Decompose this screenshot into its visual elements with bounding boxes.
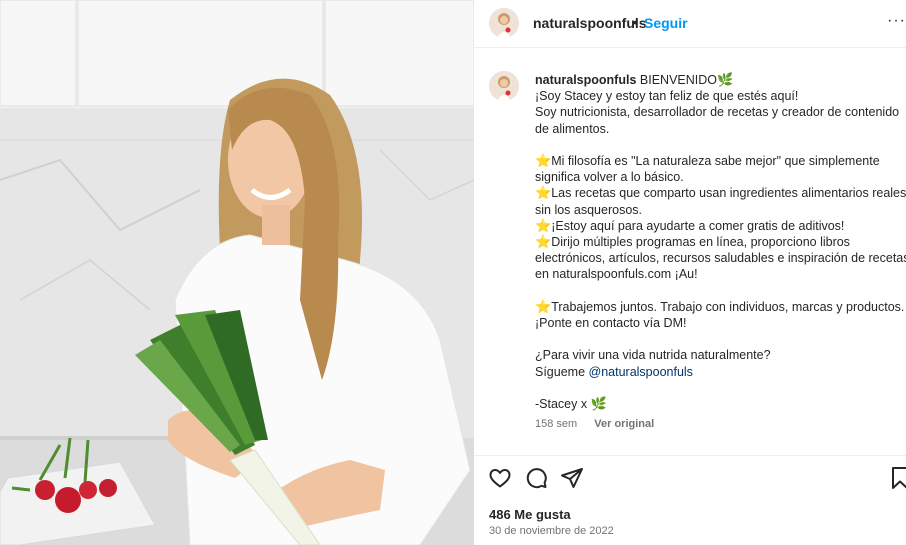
leaf-icon: 🌿 xyxy=(590,396,607,411)
mention-link[interactable]: @naturalspoonfuls xyxy=(589,365,693,379)
caption-username[interactable]: naturalspoonfuls xyxy=(535,73,636,87)
caption-meta: 158 sem Ver original xyxy=(535,418,654,430)
star-icon: ⭐ xyxy=(535,217,552,233)
see-original-button[interactable]: Ver original xyxy=(594,418,654,430)
share-icon[interactable] xyxy=(560,466,584,495)
separator-dot: • xyxy=(633,14,638,30)
more-options-icon[interactable]: ··· xyxy=(887,12,906,30)
caption-line: de alimentos. xyxy=(535,121,610,136)
caption-line: Sígueme xyxy=(535,364,586,379)
caption-line: significa volver a lo básico. xyxy=(535,170,684,185)
star-icon: ⭐ xyxy=(535,234,552,250)
follow-button[interactable]: Seguir xyxy=(644,15,688,31)
caption-line: Las recetas que comparto usan ingredient… xyxy=(551,186,906,201)
caption-line: ¡Ponte en contacto vía DM! xyxy=(535,316,687,331)
time-ago[interactable]: 158 sem xyxy=(535,418,577,430)
caption-line: Trabajemos juntos. Trabajo con individuo… xyxy=(551,299,905,314)
caption-line: en naturalspoonfuls.com ¡Au! xyxy=(535,267,698,282)
caption-section: naturalspoonfuls BIENVENIDO🌿 ¡Soy Stacey… xyxy=(474,48,906,453)
post-side-panel: naturalspoonfuls • Seguir ··· naturalspo… xyxy=(474,0,906,545)
caption-signoff: -Stacey x xyxy=(535,397,588,411)
caption-line: Dirijo múltiples programas en línea, pro… xyxy=(551,235,850,250)
caption-text: naturalspoonfuls BIENVENIDO🌿 ¡Soy Stacey… xyxy=(535,72,906,412)
star-icon: ⭐ xyxy=(535,185,552,201)
post-photo[interactable] xyxy=(0,0,474,545)
caption-line: BIENVENIDO xyxy=(639,73,717,87)
post-date: 30 de noviembre de 2022 xyxy=(489,525,614,537)
avatar[interactable] xyxy=(489,8,519,38)
caption-line: electrónicos, artículos, recursos saluda… xyxy=(535,251,906,266)
divider xyxy=(474,455,906,456)
like-icon[interactable] xyxy=(488,466,512,495)
leaf-icon: 🌿 xyxy=(717,72,734,87)
comment-icon[interactable] xyxy=(524,466,548,495)
star-icon: ⭐ xyxy=(535,153,552,168)
header-username[interactable]: naturalspoonfuls xyxy=(533,15,647,31)
caption-line: Mi filosofía es "La naturaleza sabe mejo… xyxy=(551,154,880,168)
caption-line: Soy nutricionista, desarrollador de rece… xyxy=(535,105,900,120)
caption-line: sin los asquerosos. xyxy=(535,202,643,217)
caption-avatar[interactable] xyxy=(489,71,519,101)
post-header: naturalspoonfuls • Seguir ··· xyxy=(474,0,906,48)
caption-line: ¡Estoy aquí para ayudarte a comer gratis… xyxy=(551,218,845,233)
action-bar xyxy=(474,466,906,494)
caption-line: ¡Soy Stacey y estoy tan feliz de que est… xyxy=(535,89,799,104)
likes-count[interactable]: 486 Me gusta xyxy=(489,507,571,522)
caption-line: ¿Para vivir una vida nutrida naturalment… xyxy=(535,348,771,363)
star-icon: ⭐ xyxy=(535,298,552,314)
post-image xyxy=(0,0,474,545)
save-icon[interactable] xyxy=(890,466,906,495)
